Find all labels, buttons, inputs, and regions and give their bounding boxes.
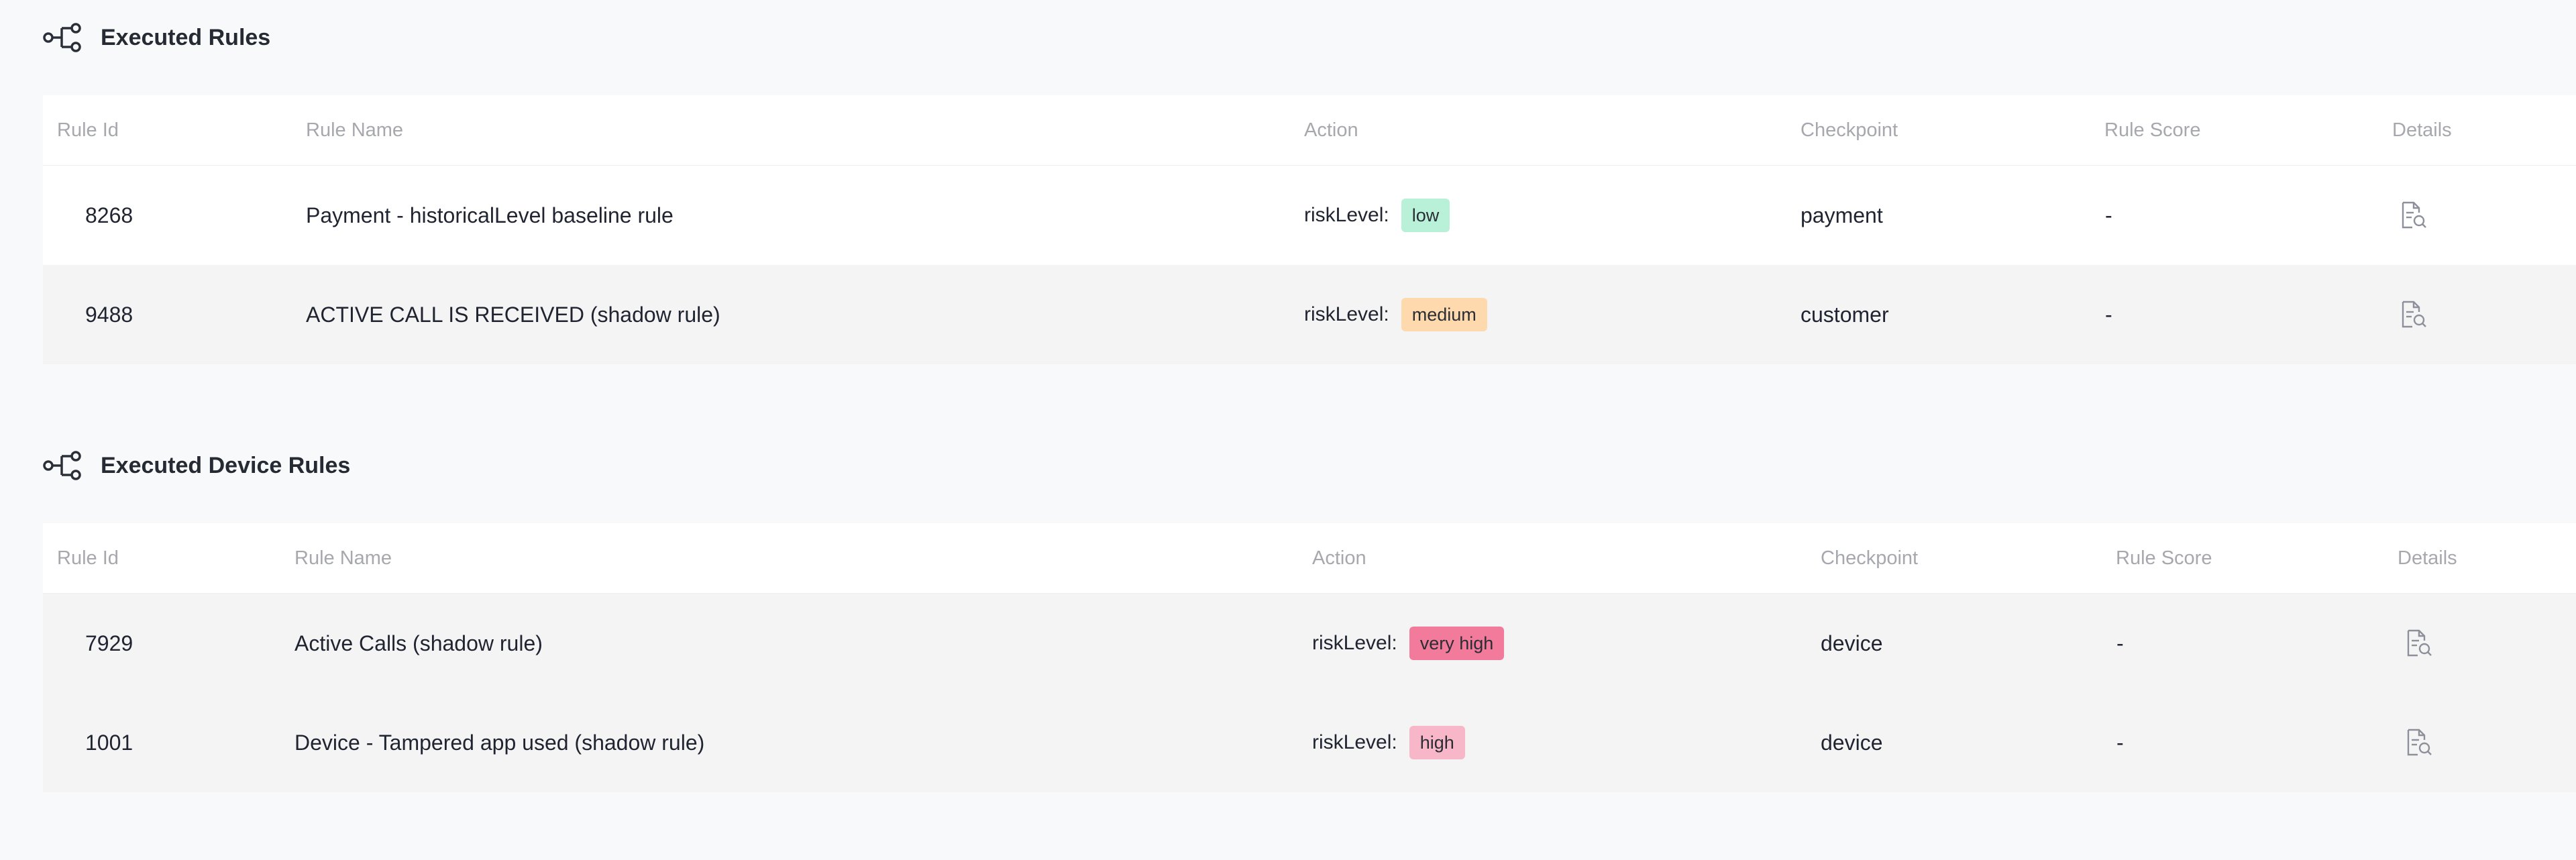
- action-cell: riskLevel: medium: [1304, 265, 1487, 364]
- executed-device-rules-table: Rule Id Rule Name Action Checkpoint Rule…: [43, 523, 2576, 792]
- rule-score-cell: -: [2105, 203, 2112, 227]
- executed-rules-table: Rule Id Rule Name Action Checkpoint Rule…: [43, 95, 2576, 364]
- header-action[interactable]: Action: [1304, 95, 1358, 165]
- header-rule-name[interactable]: Rule Name: [294, 523, 392, 593]
- rule-name-cell: Active Calls (shadow rule): [294, 631, 543, 655]
- action-key: riskLevel:: [1312, 731, 1397, 753]
- rule-score-cell: -: [2105, 303, 2112, 327]
- table-row[interactable]: 8268 Payment - historicalLevel baseline …: [43, 166, 2576, 265]
- header-checkpoint[interactable]: Checkpoint: [1801, 95, 1898, 165]
- table-row[interactable]: 1001 Device - Tampered app used (shadow …: [43, 693, 2576, 792]
- rule-score-cell: -: [2116, 631, 2124, 655]
- document-search-icon[interactable]: [2400, 201, 2428, 230]
- executed-device-rules-title: Executed Device Rules: [43, 451, 350, 480]
- rule-id-cell: 9488: [85, 303, 133, 327]
- table-header: Rule Id Rule Name Action Checkpoint Rule…: [43, 523, 2576, 594]
- action-key: riskLevel:: [1312, 632, 1397, 654]
- document-search-icon[interactable]: [2406, 728, 2434, 757]
- risk-badge-low: low: [1401, 199, 1450, 232]
- header-rule-id[interactable]: Rule Id: [57, 523, 119, 593]
- header-details: Details: [2392, 119, 2452, 141]
- section-title-label: Executed Device Rules: [101, 452, 351, 478]
- action-cell: riskLevel: very high: [1312, 594, 1505, 693]
- table-row[interactable]: 9488 ACTIVE CALL IS RECEIVED (shadow rul…: [43, 265, 2576, 364]
- workflow-icon: [43, 451, 81, 480]
- checkpoint-cell: device: [1821, 631, 1883, 655]
- header-rule-score[interactable]: Rule Score: [2116, 523, 2212, 593]
- risk-badge-medium: medium: [1401, 298, 1487, 331]
- action-key: riskLevel:: [1304, 204, 1389, 226]
- rule-name-cell: ACTIVE CALL IS RECEIVED (shadow rule): [306, 303, 720, 327]
- action-cell: riskLevel: low: [1304, 166, 1450, 265]
- document-search-icon[interactable]: [2406, 629, 2434, 658]
- document-search-icon[interactable]: [2400, 300, 2428, 329]
- checkpoint-cell: device: [1821, 731, 1883, 755]
- risk-badge-high: high: [1409, 726, 1465, 759]
- rule-name-cell: Payment - historicalLevel baseline rule: [306, 203, 674, 227]
- header-rule-name[interactable]: Rule Name: [306, 95, 403, 165]
- checkpoint-cell: payment: [1801, 203, 1883, 227]
- risk-badge-very-high: very high: [1409, 627, 1505, 660]
- rule-name-cell: Device - Tampered app used (shadow rule): [294, 731, 705, 755]
- table-header: Rule Id Rule Name Action Checkpoint Rule…: [43, 95, 2576, 166]
- header-action[interactable]: Action: [1312, 523, 1366, 593]
- rule-id-cell: 1001: [85, 731, 133, 755]
- executed-rules-title: Executed Rules: [43, 23, 270, 52]
- header-rule-score[interactable]: Rule Score: [2104, 95, 2200, 165]
- action-cell: riskLevel: high: [1312, 693, 1465, 792]
- workflow-icon: [43, 23, 81, 52]
- action-key: riskLevel:: [1304, 303, 1389, 325]
- rule-score-cell: -: [2116, 731, 2124, 755]
- header-details: Details: [2398, 547, 2457, 569]
- rule-id-cell: 8268: [85, 203, 133, 227]
- rule-id-cell: 7929: [85, 631, 133, 655]
- header-checkpoint[interactable]: Checkpoint: [1821, 523, 1918, 593]
- header-rule-id[interactable]: Rule Id: [57, 95, 119, 165]
- table-row[interactable]: 7929 Active Calls (shadow rule) riskLeve…: [43, 594, 2576, 693]
- section-title-label: Executed Rules: [101, 24, 271, 50]
- checkpoint-cell: customer: [1801, 303, 1889, 327]
